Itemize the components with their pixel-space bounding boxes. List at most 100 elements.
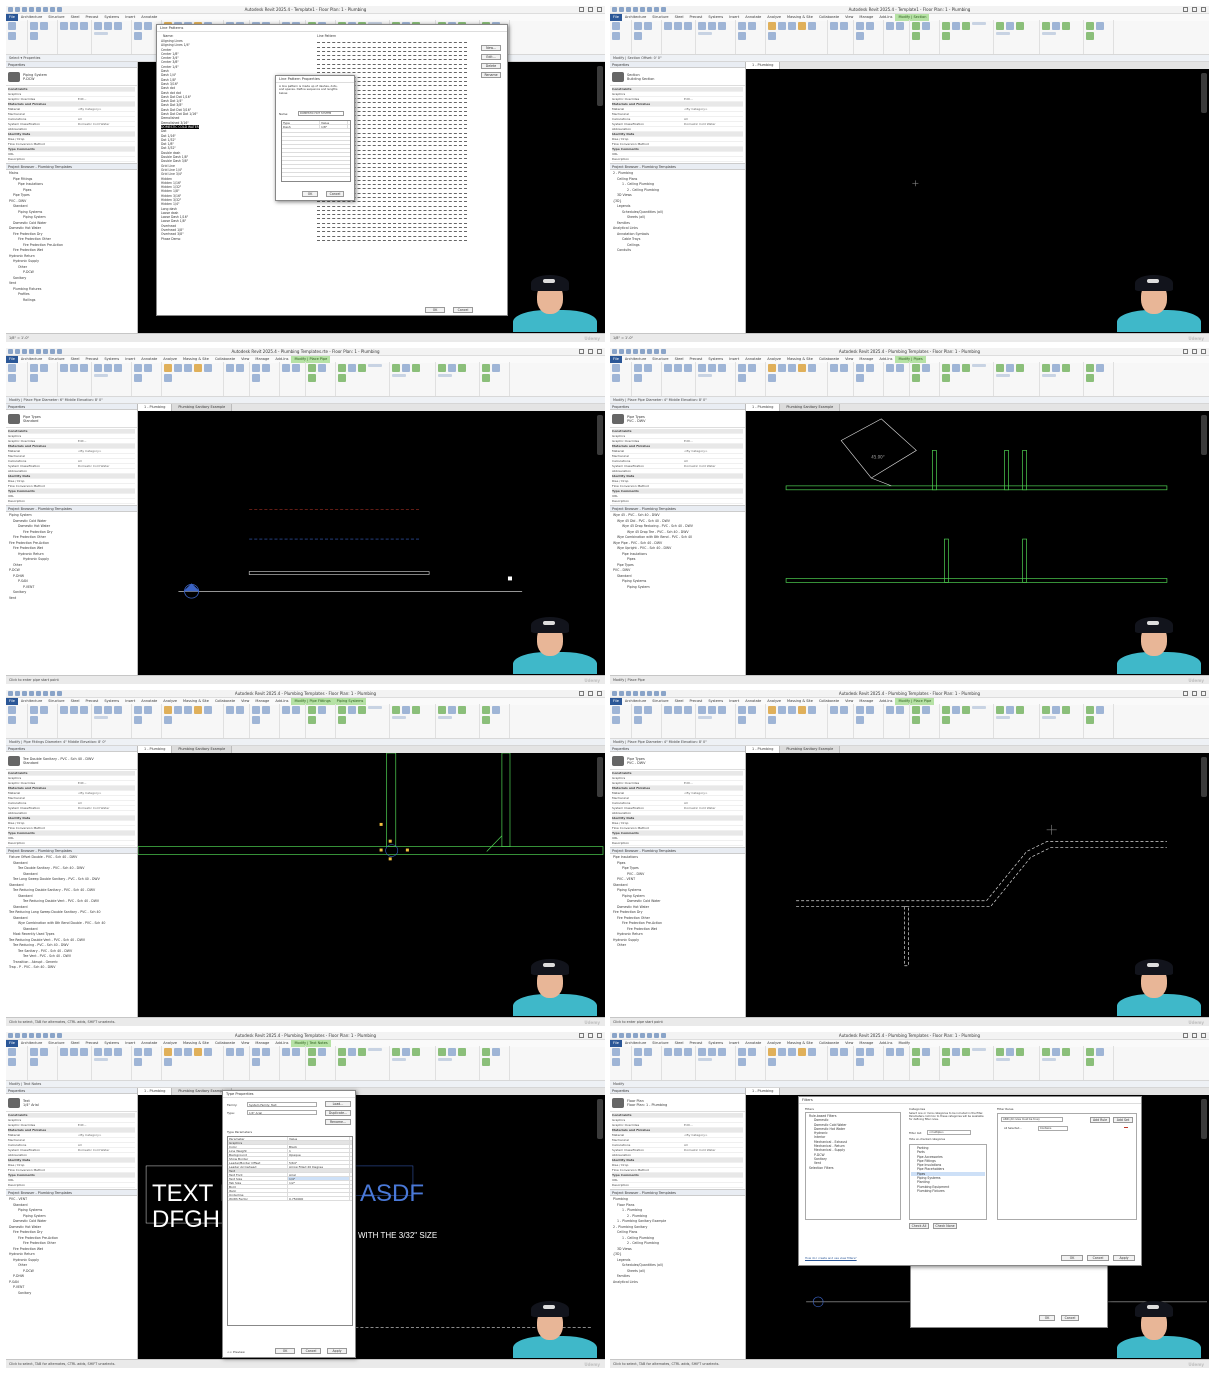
ribbon-tool-icon[interactable] (402, 706, 410, 714)
ribbon-tool-icon[interactable] (886, 706, 894, 714)
ribbon-tool-icon[interactable] (840, 364, 848, 372)
ribbon-tool-icon[interactable] (1086, 32, 1094, 40)
close-icon[interactable] (597, 1033, 602, 1038)
ribbon-tool-icon[interactable] (1086, 374, 1094, 382)
ribbon-tool-icon[interactable] (1016, 364, 1024, 372)
ribbon-tool-icon[interactable] (308, 1058, 316, 1066)
ribbon-tool-icon[interactable] (698, 364, 706, 372)
ribbon-tool-icon[interactable] (698, 1058, 712, 1061)
ribbon-tool-icon[interactable] (1006, 364, 1014, 372)
ribbon-tool-icon[interactable] (292, 1048, 300, 1056)
ribbon-tool-icon[interactable] (708, 1048, 716, 1056)
ribbon-tool-icon[interactable] (942, 1058, 950, 1066)
ribbon-tool-icon[interactable] (738, 1058, 746, 1066)
ribbon-tool-icon[interactable] (798, 364, 806, 372)
ribbon-tool-icon[interactable] (1052, 706, 1060, 714)
ribbon-tool-icon[interactable] (972, 22, 986, 25)
ok-button[interactable]: OK (275, 1348, 295, 1354)
ribbon-tool-icon[interactable] (768, 364, 776, 372)
ribbon-tool-icon[interactable] (30, 706, 38, 714)
filter-item[interactable]: Selection Filters (807, 1166, 899, 1170)
navigation-bar[interactable] (597, 415, 603, 455)
view-tab[interactable]: Plumbing Sanitary Example (172, 404, 233, 411)
ribbon-tool-icon[interactable] (996, 716, 1010, 719)
ribbon-tool-icon[interactable] (94, 1058, 108, 1061)
ribbon-tool-icon[interactable] (80, 1048, 88, 1056)
ribbon-tool-icon[interactable] (768, 22, 776, 30)
ribbon-tool-icon[interactable] (698, 374, 712, 377)
property-row[interactable]: Description (612, 841, 743, 846)
ribbon-tool-icon[interactable] (104, 1048, 112, 1056)
ribbon-tool-icon[interactable] (856, 374, 864, 382)
ribbon-tool-icon[interactable] (358, 706, 366, 714)
ribbon-tool-icon[interactable] (612, 374, 620, 382)
ribbon-tool-icon[interactable] (402, 1048, 410, 1056)
ribbon-tool-icon[interactable] (634, 1058, 642, 1066)
ribbon-tool-icon[interactable] (886, 22, 894, 30)
ribbon-tool-icon[interactable] (458, 364, 466, 372)
ribbon-tool-icon[interactable] (738, 22, 746, 30)
ribbon-tool-icon[interactable] (788, 1048, 796, 1056)
ribbon-tool-icon[interactable] (698, 22, 706, 30)
navigation-bar[interactable] (597, 1099, 603, 1139)
ribbon-tool-icon[interactable] (194, 706, 202, 714)
ribbon-tool-icon[interactable] (684, 706, 692, 714)
type-parameters-table[interactable]: Parameter Value Graphics Color Black Line Wei… (227, 1136, 353, 1326)
ribbon-tool-icon[interactable] (402, 364, 410, 372)
line-pattern-item[interactable]: Phase Demo (161, 237, 199, 241)
ribbon-tool-icon[interactable] (738, 364, 746, 372)
ribbon-tool-icon[interactable] (252, 1058, 260, 1066)
ribbon-tool-icon[interactable] (768, 716, 776, 724)
type-selector[interactable]: Pipe Types PVC - DWV (610, 752, 745, 770)
ribbon-tool-icon[interactable] (778, 22, 786, 30)
ribbon-tool-icon[interactable] (144, 22, 152, 30)
ribbon-tool-icon[interactable] (392, 716, 406, 719)
ribbon-tool-icon[interactable] (30, 1058, 38, 1066)
type-selector[interactable]: Floor Plan Floor Plan: 1 - Plumbing (610, 1094, 745, 1112)
maximize-icon[interactable] (1192, 349, 1197, 354)
ribbon-tool-icon[interactable] (80, 22, 88, 30)
ribbon-tool-icon[interactable] (338, 1058, 346, 1066)
ribbon-tool-icon[interactable] (482, 716, 490, 724)
ribbon-tool-icon[interactable] (634, 32, 642, 40)
ribbon-tool-icon[interactable] (358, 1048, 366, 1056)
ribbon-tool-icon[interactable] (748, 1048, 756, 1056)
ribbon-tool-icon[interactable] (634, 716, 642, 724)
apply-button[interactable]: Apply (327, 1348, 347, 1354)
ribbon-tool-icon[interactable] (252, 706, 260, 714)
ribbon-tool-icon[interactable] (392, 1048, 400, 1056)
ribbon-tool-icon[interactable] (1016, 706, 1024, 714)
ribbon-tool-icon[interactable] (972, 364, 986, 367)
ok-button[interactable]: OK (1061, 1255, 1083, 1261)
ribbon-tool-icon[interactable] (204, 1048, 212, 1056)
ribbon-tool-icon[interactable] (114, 706, 122, 714)
ribbon-tool-icon[interactable] (942, 32, 950, 40)
view-tab[interactable]: 1 - Plumbing (746, 1088, 781, 1095)
ribbon-tool-icon[interactable] (458, 1048, 466, 1056)
ribbon-tool-icon[interactable] (204, 706, 212, 714)
view-tab[interactable]: 1 - Plumbing (746, 404, 781, 411)
ribbon-tool-icon[interactable] (1086, 1058, 1094, 1066)
ribbon-tool-icon[interactable] (962, 706, 970, 714)
ribbon-tool-icon[interactable] (962, 22, 970, 30)
ribbon-tool-icon[interactable] (1096, 706, 1104, 714)
ribbon-tool-icon[interactable] (492, 1048, 500, 1056)
ribbon-tool-icon[interactable] (94, 706, 102, 714)
ribbon-tool-icon[interactable] (684, 364, 692, 372)
ribbon-tool-icon[interactable] (718, 706, 726, 714)
ribbon-tool-icon[interactable] (80, 364, 88, 372)
ribbon-tool-icon[interactable] (748, 706, 756, 714)
ribbon-tool-icon[interactable] (718, 1048, 726, 1056)
ribbon-tool-icon[interactable] (708, 364, 716, 372)
ribbon-tool-icon[interactable] (768, 32, 776, 40)
minimize-icon[interactable] (1183, 349, 1188, 354)
type-selector[interactable]: Tee Double Sanitary - PVC - Sch 40 - DWV… (6, 752, 137, 770)
text-note-size[interactable]: WITH THE 3/32" SIZE (358, 1231, 437, 1240)
ribbon-tool-icon[interactable] (708, 706, 716, 714)
ribbon-tool-icon[interactable] (708, 22, 716, 30)
navigation-bar[interactable] (597, 66, 603, 106)
dialog-side-button[interactable]: Rename (481, 72, 501, 78)
ribbon-tool-icon[interactable] (338, 716, 346, 724)
property-row[interactable]: Description (612, 1183, 743, 1188)
ribbon-tool-icon[interactable] (282, 706, 290, 714)
